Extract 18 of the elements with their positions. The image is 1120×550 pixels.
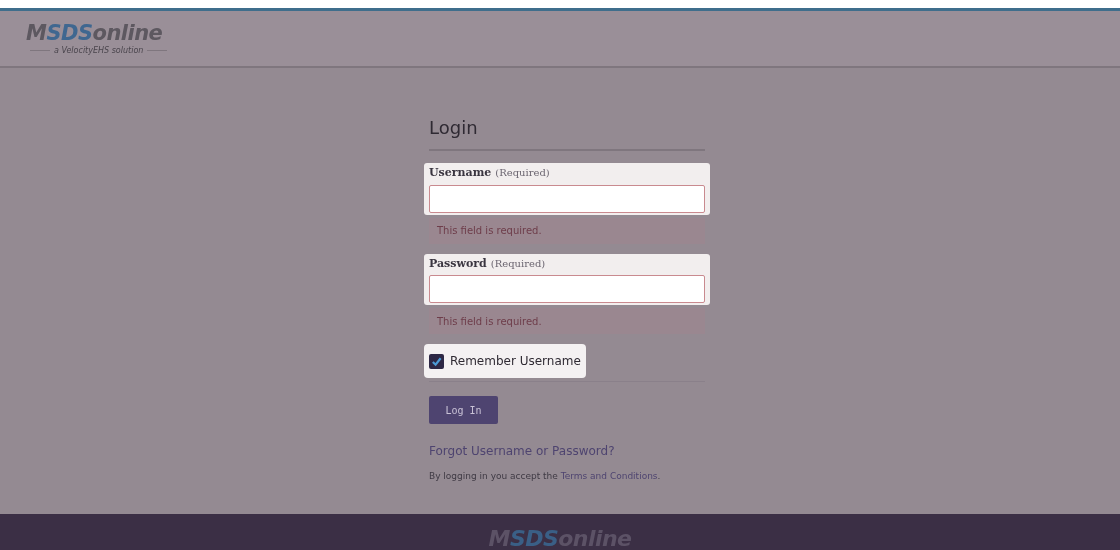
terms-text: By logging in you accept the Terms and Conditions. — [429, 470, 662, 483]
logo: MSDSonline — [26, 20, 164, 45]
login-title: Login — [428, 116, 479, 140]
error-message: This field is required. — [429, 217, 705, 244]
forgot-link[interactable]: Forgot Username or Password? — [429, 442, 615, 460]
tagline: a VelocityEHS solution — [54, 44, 144, 57]
field-label: Password — [429, 255, 487, 272]
required-hint: (Required) — [490, 256, 546, 271]
checkbox[interactable] — [429, 353, 444, 369]
input-field[interactable] — [429, 275, 705, 303]
error-message: This field is required. — [429, 308, 705, 334]
field-label: Username — [429, 165, 492, 181]
input-field[interactable] — [429, 184, 705, 213]
check-icon — [431, 355, 442, 367]
terms-link[interactable]: Terms and Conditions — [560, 471, 658, 481]
login-button[interactable]: Log In — [429, 396, 498, 424]
remember-checkbox[interactable]: Remember Username — [424, 344, 586, 378]
required-hint: (Required) — [495, 166, 550, 180]
